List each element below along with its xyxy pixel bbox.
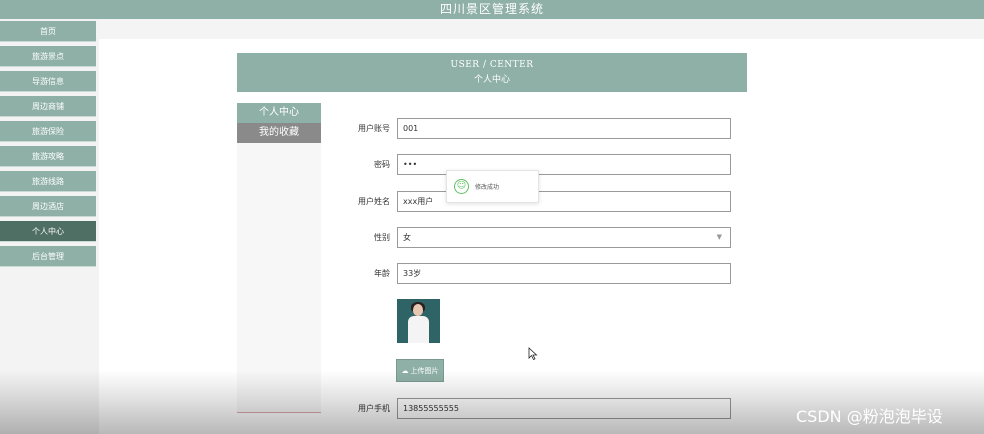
smile-icon: ☺ [454, 179, 469, 194]
phone-label: 用户手机 [358, 404, 390, 413]
sidebar: 首页 旅游景点 导游信息 周边商铺 旅游保险 旅游攻略 旅游线路 周边酒店 个人… [0, 19, 99, 434]
watermark: CSDN @粉泡泡毕设 [796, 407, 943, 426]
gender-label: 性别 [374, 233, 390, 242]
sidebar-item-guides[interactable]: 导游信息 [0, 71, 96, 92]
toast-message: 修改成功 [475, 184, 500, 191]
content-header-strip [99, 19, 984, 39]
name-label: 用户姓名 [358, 197, 390, 206]
sidebar-item-admin[interactable]: 后台管理 [0, 246, 96, 267]
panel-title-en: USER / CENTER [450, 60, 534, 70]
sidebar-item-scenic-spots[interactable]: 旅游景点 [0, 46, 96, 67]
panel-title-cn: 个人中心 [473, 75, 510, 85]
phone-input[interactable]: 13855555555 [397, 398, 731, 419]
sidebar-item-shops[interactable]: 周边商铺 [0, 96, 96, 117]
sidebar-item-guides-strategy[interactable]: 旅游攻略 [0, 146, 96, 167]
sidebar-item-routes[interactable]: 旅游线路 [0, 171, 96, 192]
gender-row: 性别 女 ▼ [340, 227, 731, 248]
app-title: 四川景区管理系统 [0, 0, 984, 19]
age-input[interactable]: 33岁 [397, 263, 731, 284]
account-row: 用户账号 001 [340, 118, 731, 139]
account-input[interactable]: 001 [397, 118, 731, 139]
avatar-shirt [408, 316, 429, 343]
avatar[interactable] [397, 299, 440, 343]
account-label: 用户账号 [358, 124, 390, 133]
gender-value: 女 [403, 233, 411, 242]
sidebar-item-home[interactable]: 首页 [0, 21, 96, 42]
age-row: 年龄 33岁 [340, 263, 731, 284]
upload-image-button[interactable]: ☁ 上传图片 [396, 359, 444, 382]
subnav-item-user-center[interactable]: 个人中心 [237, 103, 321, 123]
upload-label: 上传图片 [410, 367, 439, 375]
mouse-cursor-icon [528, 347, 538, 361]
subnav: 个人中心 我的收藏 [237, 103, 321, 413]
avatar-head [413, 304, 423, 316]
password-label: 密码 [374, 160, 390, 169]
panel-header: USER / CENTER 个人中心 [237, 53, 747, 92]
chevron-down-icon: ▼ [716, 233, 722, 241]
cloud-upload-icon: ☁ [401, 367, 409, 375]
success-toast: ☺ 修改成功 [446, 170, 539, 203]
gender-select[interactable]: 女 ▼ [397, 227, 731, 248]
age-label: 年龄 [374, 269, 390, 278]
sidebar-item-insurance[interactable]: 旅游保险 [0, 121, 96, 142]
subnav-item-favorites[interactable]: 我的收藏 [237, 123, 321, 143]
sidebar-item-user-center[interactable]: 个人中心 [0, 221, 96, 242]
sidebar-item-hotels[interactable]: 周边酒店 [0, 196, 96, 217]
phone-row: 用户手机 13855555555 [340, 398, 731, 419]
